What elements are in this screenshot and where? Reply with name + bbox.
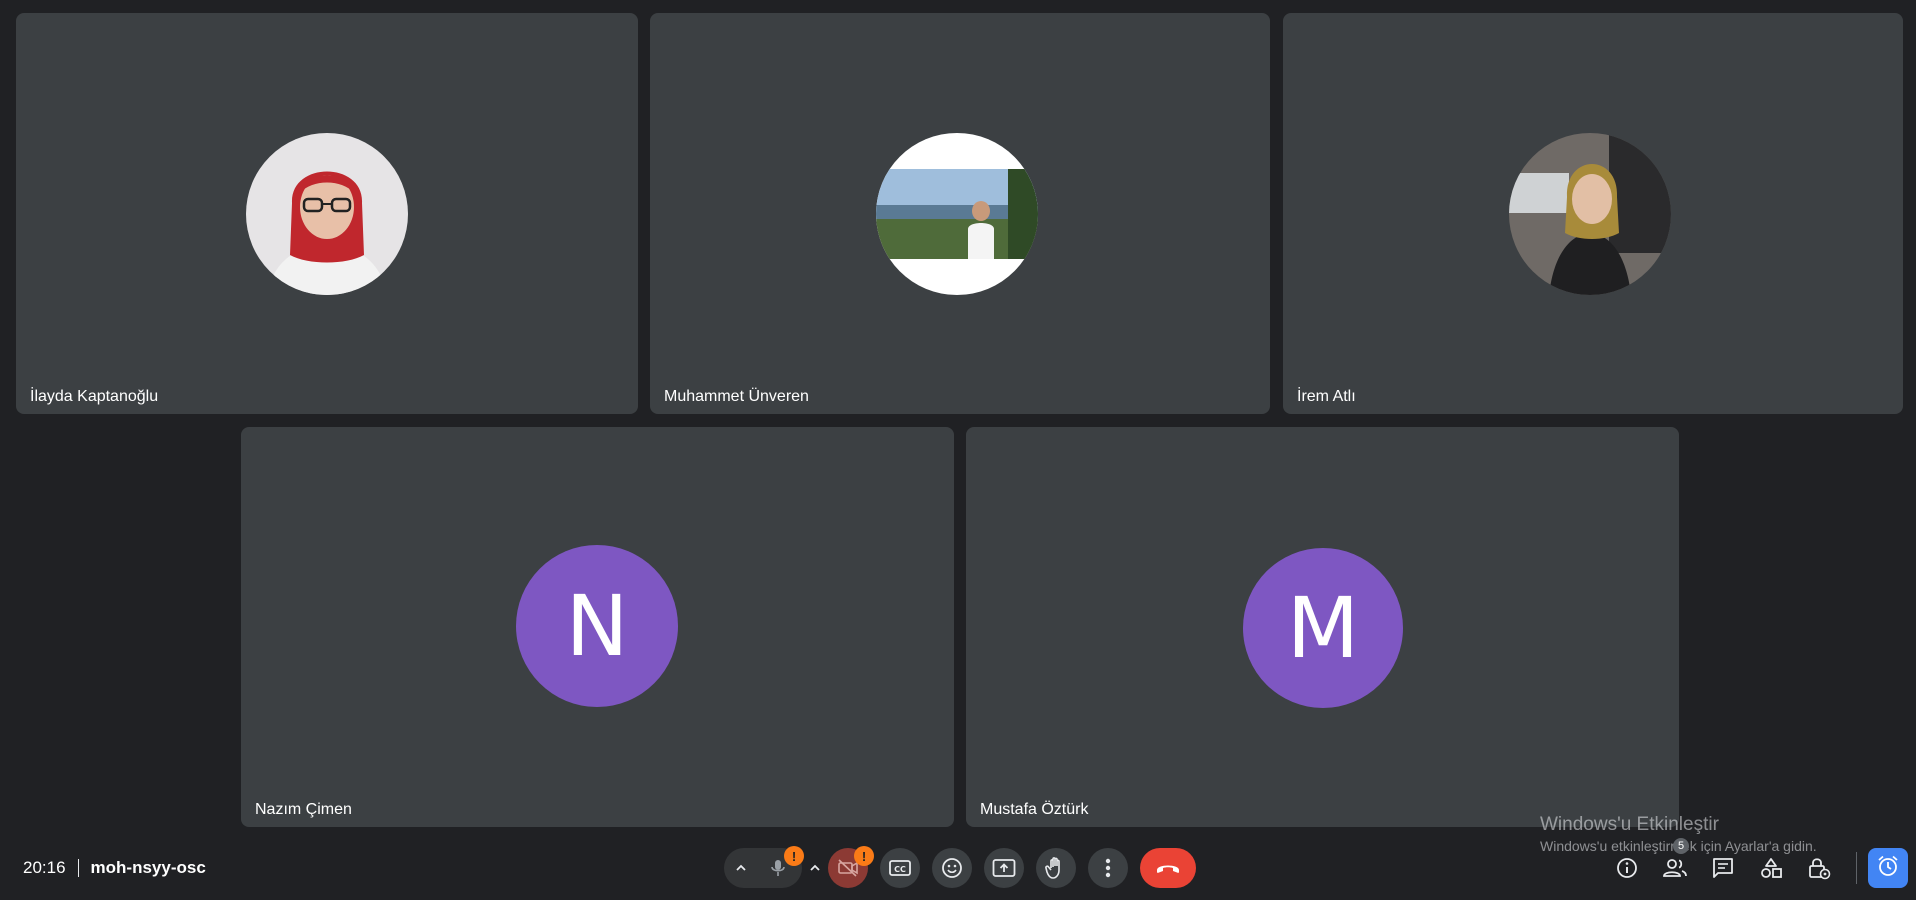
- raise-hand-button[interactable]: [1036, 848, 1076, 888]
- participant-tile[interactable]: Muhammet Ünveren: [650, 13, 1270, 414]
- microphone-control-group: !: [724, 846, 804, 888]
- participant-avatar: N: [516, 545, 678, 707]
- camera-control-group: !: [802, 846, 874, 888]
- chat-icon: [1712, 857, 1734, 879]
- emoji-reaction-button[interactable]: [932, 848, 972, 888]
- activities-icon: [1759, 857, 1783, 879]
- participant-tile[interactable]: İrem Atlı: [1283, 13, 1903, 414]
- svg-text:CC: CC: [894, 865, 906, 874]
- info-icon: [1616, 857, 1638, 879]
- participant-avatar: [246, 133, 408, 295]
- host-controls-icon: [1807, 856, 1831, 880]
- participant-tile[interactable]: İlayda Kaptanoğlu: [16, 13, 638, 414]
- microphone-warning-badge: !: [784, 846, 804, 866]
- captions-button[interactable]: CC: [880, 848, 920, 888]
- divider: [1856, 852, 1857, 884]
- timer-button[interactable]: [1868, 848, 1908, 888]
- participant-tile[interactable]: M Mustafa Öztürk: [966, 427, 1679, 827]
- present-icon: [992, 858, 1016, 878]
- activities-button[interactable]: [1755, 852, 1787, 884]
- raise-hand-icon: [1045, 856, 1067, 880]
- host-controls-button[interactable]: [1803, 852, 1835, 884]
- leave-call-button[interactable]: [1140, 848, 1196, 888]
- chevron-up-icon: [734, 861, 748, 875]
- video-settings-button[interactable]: [802, 848, 828, 888]
- timer-icon: [1876, 854, 1900, 883]
- participant-avatar: [1509, 133, 1671, 295]
- divider: [77, 859, 79, 877]
- chat-button[interactable]: [1707, 852, 1739, 884]
- chevron-up-icon: [808, 861, 822, 875]
- people-count-badge: 5: [1673, 838, 1689, 854]
- participant-avatar: M: [1243, 548, 1403, 708]
- participant-tile[interactable]: N Nazım Çimen: [241, 427, 954, 827]
- microphone-button[interactable]: !: [758, 846, 804, 888]
- participant-name: Nazım Çimen: [255, 801, 352, 818]
- more-options-icon: [1105, 858, 1111, 878]
- audio-settings-button[interactable]: [724, 848, 758, 888]
- camera-warning-badge: !: [854, 846, 874, 866]
- participant-avatar: [876, 133, 1038, 295]
- present-screen-button[interactable]: [984, 848, 1024, 888]
- avatar-initial: N: [565, 577, 629, 675]
- meeting-info: 20:16 moh-nsyy-osc: [23, 858, 206, 878]
- participant-name: İrem Atlı: [1297, 388, 1356, 405]
- captions-icon: CC: [889, 859, 911, 877]
- participant-name: Mustafa Öztürk: [980, 801, 1089, 818]
- people-icon: [1662, 858, 1688, 878]
- meeting-details-button[interactable]: [1611, 852, 1643, 884]
- end-call-icon: [1155, 862, 1181, 874]
- participant-name: Muhammet Ünveren: [664, 388, 809, 405]
- participant-name: İlayda Kaptanoğlu: [30, 388, 159, 405]
- emoji-icon: [941, 857, 963, 879]
- camera-button[interactable]: !: [828, 846, 874, 888]
- people-button[interactable]: 5: [1659, 838, 1691, 884]
- meeting-code[interactable]: moh-nsyy-osc: [91, 858, 206, 878]
- meeting-time: 20:16: [23, 858, 66, 877]
- more-options-button[interactable]: [1088, 848, 1128, 888]
- avatar-initial: M: [1286, 579, 1360, 677]
